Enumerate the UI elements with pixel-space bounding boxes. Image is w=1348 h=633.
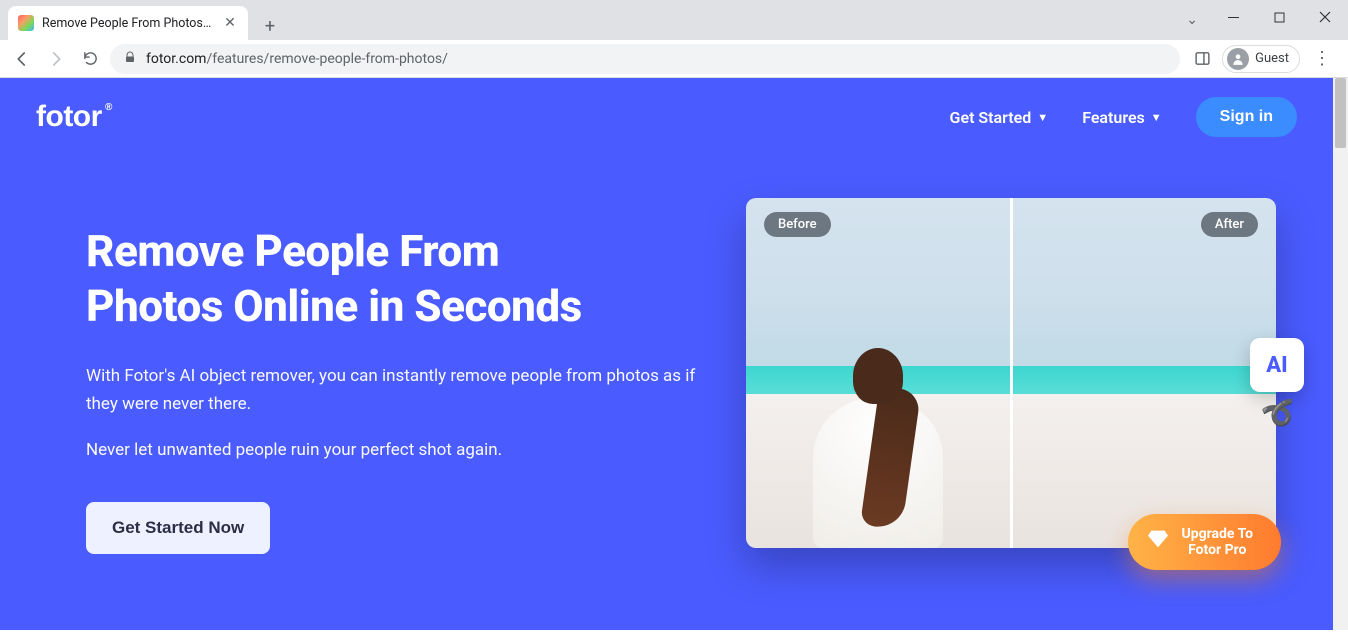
after-badge: After bbox=[1201, 212, 1258, 237]
upgrade-button[interactable]: Upgrade To Fotor Pro bbox=[1128, 514, 1281, 570]
hero-title: Remove People From Photos Online in Seco… bbox=[86, 224, 706, 334]
browser-toolbar: fotor.com/features/remove-people-from-ph… bbox=[0, 40, 1348, 78]
tab-strip: Remove People From Photos O ✕ + ⌄ bbox=[0, 0, 1348, 40]
forward-button[interactable] bbox=[42, 45, 70, 73]
site-header: fotor® Get Started ▼ Features ▼ Sign in bbox=[0, 78, 1333, 138]
avatar-icon bbox=[1227, 48, 1249, 70]
tab-title: Remove People From Photos O bbox=[42, 16, 214, 31]
nav-features[interactable]: Features ▼ bbox=[1082, 108, 1161, 127]
logo[interactable]: fotor® bbox=[36, 100, 102, 134]
profile-chip[interactable]: Guest bbox=[1222, 45, 1300, 73]
minimize-button[interactable] bbox=[1210, 0, 1256, 34]
reload-button[interactable] bbox=[76, 45, 104, 73]
hero-section: Remove People From Photos Online in Seco… bbox=[0, 138, 1333, 554]
maximize-button[interactable] bbox=[1256, 0, 1302, 34]
ai-badge: AI bbox=[1250, 338, 1304, 392]
nav-get-started-label: Get Started bbox=[950, 108, 1032, 127]
menu-icon[interactable]: ⋮ bbox=[1310, 48, 1334, 69]
lock-icon bbox=[124, 51, 136, 67]
before-badge: Before bbox=[764, 212, 831, 237]
url-host: fotor.com bbox=[146, 51, 206, 67]
favicon-icon bbox=[18, 15, 34, 31]
window-controls bbox=[1210, 0, 1348, 34]
upgrade-text: Upgrade To Fotor Pro bbox=[1182, 526, 1253, 558]
diamond-icon bbox=[1148, 530, 1168, 553]
close-window-button[interactable] bbox=[1302, 0, 1348, 34]
upgrade-line1: Upgrade To bbox=[1182, 526, 1253, 542]
main-nav: Get Started ▼ Features ▼ Sign in bbox=[950, 97, 1297, 137]
before-after-compare: Before After bbox=[746, 198, 1276, 548]
hero-title-line2: Photos Online in Seconds bbox=[86, 280, 582, 332]
browser-chrome: Remove People From Photos O ✕ + ⌄ bbox=[0, 0, 1348, 78]
browser-tab[interactable]: Remove People From Photos O ✕ bbox=[8, 6, 248, 40]
profile-label: Guest bbox=[1255, 51, 1289, 66]
toolbar-right: Guest ⋮ bbox=[1186, 45, 1340, 73]
page-content: fotor® Get Started ▼ Features ▼ Sign in … bbox=[0, 78, 1333, 630]
new-tab-button[interactable]: + bbox=[256, 12, 284, 40]
upgrade-line2: Fotor Pro bbox=[1182, 542, 1253, 558]
hero-paragraph-2: Never let unwanted people ruin your perf… bbox=[86, 436, 706, 464]
url-text: fotor.com/features/remove-people-from-ph… bbox=[146, 51, 448, 67]
before-pane: Before bbox=[746, 198, 1010, 548]
scrollbar-thumb[interactable] bbox=[1335, 78, 1346, 148]
chevron-down-icon: ▼ bbox=[1037, 111, 1048, 124]
back-button[interactable] bbox=[8, 45, 36, 73]
registered-icon: ® bbox=[105, 102, 112, 113]
nav-features-label: Features bbox=[1082, 108, 1145, 127]
address-bar[interactable]: fotor.com/features/remove-people-from-ph… bbox=[110, 44, 1180, 74]
hero-paragraph-1: With Fotor's AI object remover, you can … bbox=[86, 362, 706, 418]
logo-text: fotor bbox=[36, 100, 102, 133]
page-viewport: fotor® Get Started ▼ Features ▼ Sign in … bbox=[0, 78, 1348, 630]
person-figure bbox=[798, 348, 958, 548]
hero-text: Remove People From Photos Online in Seco… bbox=[86, 188, 706, 554]
close-tab-icon[interactable]: ✕ bbox=[222, 15, 238, 31]
signin-button[interactable]: Sign in bbox=[1196, 97, 1297, 137]
hero-image: Before After AI ➰ bbox=[746, 198, 1276, 548]
chevron-down-icon: ▼ bbox=[1151, 111, 1162, 124]
panel-icon[interactable] bbox=[1192, 49, 1212, 69]
scrollbar-track[interactable] bbox=[1333, 78, 1348, 630]
nav-get-started[interactable]: Get Started ▼ bbox=[950, 108, 1049, 127]
tab-search-icon[interactable]: ⌄ bbox=[1186, 12, 1198, 28]
after-pane: After bbox=[1013, 198, 1277, 548]
get-started-now-button[interactable]: Get Started Now bbox=[86, 502, 270, 554]
hero-title-line1: Remove People From bbox=[86, 225, 499, 277]
url-path: /features/remove-people-from-photos/ bbox=[206, 51, 447, 67]
